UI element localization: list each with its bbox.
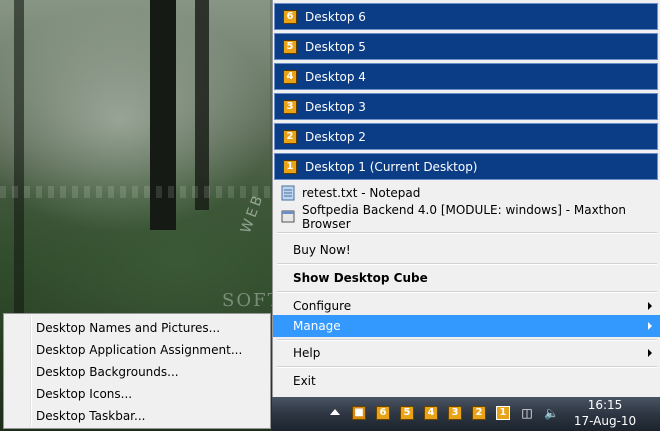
menu-item-desktop-2[interactable]: 2 Desktop 2 (274, 123, 658, 150)
menu-item-label: Show Desktop Cube (293, 271, 428, 285)
menu-item-desktop-6[interactable]: 6 Desktop 6 (274, 3, 658, 30)
submenu-item-desktop-backgrounds[interactable]: Desktop Backgrounds... (36, 361, 179, 383)
menu-item-label: Help (293, 346, 321, 360)
tray-desktop-6[interactable]: 6 (376, 406, 390, 420)
clock-time: 16:15 (587, 398, 623, 412)
menu-item-label: Desktop 5 (305, 39, 366, 54)
menu-item-label: Desktop 1 (Current Desktop) (305, 159, 478, 174)
submenu-item-application-assignment[interactable]: Desktop Application Assignment... (36, 339, 242, 361)
show-hidden-icons-icon[interactable] (330, 409, 340, 415)
tray-desktop-3[interactable]: 3 (448, 406, 462, 420)
tree-trunk (14, 0, 24, 320)
desktop-number-badge: 3 (283, 99, 297, 114)
desktop-number-badge: 1 (283, 159, 297, 174)
menu-item-label: retest.txt - Notepad (302, 186, 421, 200)
menu-item-label: Buy Now! (293, 243, 351, 257)
manage-submenu: Desktop Names and Pictures... Desktop Ap… (3, 313, 271, 429)
menu-separator (277, 263, 657, 265)
submenu-arrow-icon (648, 349, 652, 357)
clock[interactable]: 16:15 17-Aug-10 (570, 397, 640, 429)
menu-separator (277, 366, 657, 368)
menu-item-exit[interactable]: Exit (273, 369, 660, 393)
menu-item-label: Softpedia Backend 4.0 [MODULE: windows] … (302, 203, 626, 231)
menu-item-window-notepad[interactable]: retest.txt - Notepad (273, 181, 660, 205)
submenu-arrow-icon (648, 322, 652, 330)
submenu-item-desktop-taskbar[interactable]: Desktop Taskbar... (36, 405, 145, 427)
tray-desktop-5[interactable]: 5 (400, 406, 414, 420)
menu-item-label: Configure (293, 299, 352, 313)
tray-desktop-2[interactable]: 2 (472, 406, 486, 420)
tray-desktop-1[interactable]: 1 (496, 406, 510, 420)
browser-icon (281, 210, 295, 223)
submenu-item-desktop-names[interactable]: Desktop Names and Pictures... (36, 317, 220, 339)
menu-item-desktop-3[interactable]: 3 Desktop 3 (274, 93, 658, 120)
desktop-number-badge: 2 (283, 129, 297, 144)
menu-separator (277, 291, 657, 293)
menu-item-window-browser[interactable]: Softpedia Backend 4.0 [MODULE: windows] … (273, 203, 660, 231)
menu-item-label: Desktop 4 (305, 69, 366, 84)
desktop-number-badge: 5 (283, 39, 297, 54)
menu-item-buy-now[interactable]: Buy Now! (273, 238, 660, 262)
notepad-icon (281, 185, 295, 201)
menu-item-desktop-5[interactable]: 5 Desktop 5 (274, 33, 658, 60)
desktop-number-badge: 6 (283, 9, 297, 24)
menu-item-desktop-1[interactable]: 1 Desktop 1 (Current Desktop) (274, 153, 658, 180)
menu-item-label: Exit (293, 374, 316, 388)
menu-item-help[interactable]: Help (273, 341, 660, 365)
context-menu: 6 Desktop 6 5 Desktop 5 4 Desktop 4 3 De… (272, 0, 660, 397)
submenu-item-desktop-icons[interactable]: Desktop Icons... (36, 383, 132, 405)
cube-icon[interactable]: ■ (352, 406, 366, 420)
menu-item-manage[interactable]: Manage (273, 315, 660, 337)
tray-desktop-4[interactable]: 4 (424, 406, 438, 420)
menu-item-label: Desktop 2 (305, 129, 366, 144)
submenu-arrow-icon (648, 302, 652, 310)
menu-item-label: Manage (293, 319, 341, 333)
menu-separator (277, 232, 657, 234)
network-icon[interactable]: ◫ (520, 406, 534, 420)
desktop-number-badge: 4 (283, 69, 297, 84)
menu-item-label: Desktop 6 (305, 9, 366, 24)
menu-item-label: Desktop 3 (305, 99, 366, 114)
tree-trunk (195, 0, 209, 210)
clock-date: 17-Aug-10 (573, 414, 637, 428)
menu-item-show-desktop-cube[interactable]: Show Desktop Cube (273, 266, 660, 290)
volume-icon[interactable]: 🔈 (544, 406, 559, 420)
film-strip-decoration (0, 186, 272, 198)
menu-item-desktop-4[interactable]: 4 Desktop 4 (274, 63, 658, 90)
taskbar: ■ 6 5 4 3 2 1 ◫ 🔈 16:15 17-Aug-10 (272, 397, 660, 431)
